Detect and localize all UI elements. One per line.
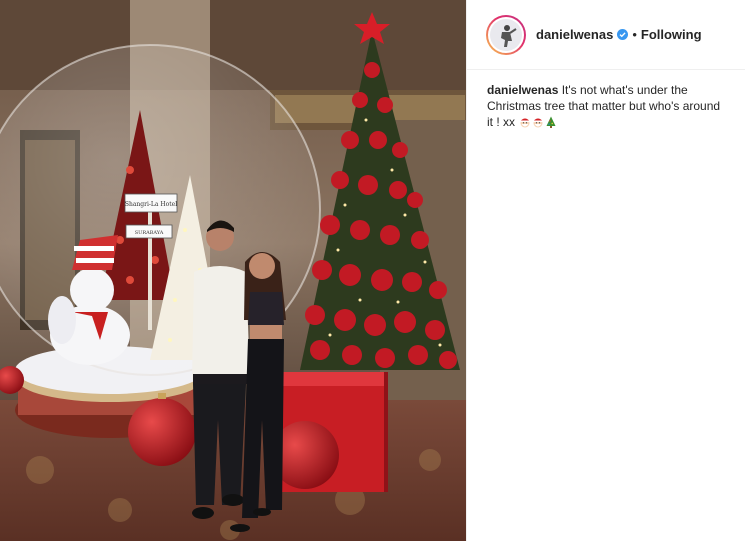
santa-emoji-icon — [532, 116, 544, 128]
christmas-tree-emoji-icon — [545, 116, 557, 128]
photo-scene: Shangri-La Hotel SURABAYA — [0, 0, 466, 541]
avatar-image — [488, 16, 524, 53]
separator-dot: • — [632, 27, 637, 42]
post-side-panel: danielwenas • Following danielwenas It's… — [466, 0, 745, 541]
sign-line2: SURABAYA — [135, 230, 164, 236]
following-button[interactable]: Following — [641, 27, 702, 42]
post-caption: danielwenas It's not what's under the Ch… — [467, 70, 745, 130]
avatar[interactable] — [486, 14, 526, 55]
post-header: danielwenas • Following — [467, 0, 745, 70]
sign-line1: Shangri-La Hotel — [125, 201, 177, 208]
verified-badge-icon — [617, 29, 629, 40]
santa-emoji-icon — [519, 116, 531, 128]
avatar-figure-icon — [490, 18, 522, 51]
username-link[interactable]: danielwenas — [536, 27, 613, 42]
instagram-post: Shangri-La Hotel SURABAYA danielwenas • … — [0, 0, 745, 541]
post-photo[interactable]: Shangri-La Hotel SURABAYA — [0, 0, 466, 541]
caption-username-link[interactable]: danielwenas — [487, 83, 558, 97]
